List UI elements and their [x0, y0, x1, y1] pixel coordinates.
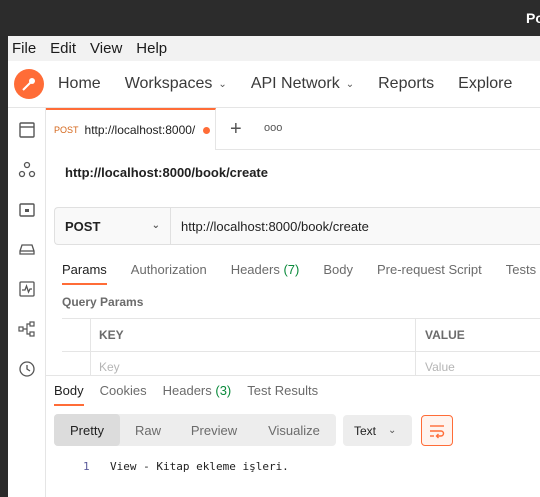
background-editor-strip [0, 0, 8, 497]
nav-api-network[interactable]: API Network ⌄ [251, 75, 354, 93]
line-number: 1 [83, 460, 90, 473]
wrap-lines-button[interactable] [421, 415, 453, 446]
response-tab-body[interactable]: Body [54, 383, 84, 406]
method-select-value: POST [65, 218, 101, 234]
tab-tests[interactable]: Tests [506, 262, 536, 277]
tab-prerequest-script[interactable]: Pre-request Script [377, 262, 482, 277]
response-tabs: Body Cookies Headers (3) Test Results [54, 383, 334, 406]
format-visualize-button[interactable]: Visualize [252, 414, 336, 446]
response-body-text: View - Kitap ekleme işleri. [110, 460, 289, 473]
params-header-row [62, 319, 540, 352]
environments-icon[interactable] [17, 200, 37, 220]
request-subtabs: Params Authorization Headers (7) Body Pr… [62, 262, 540, 285]
window-title-bar: Po [0, 0, 540, 36]
params-column-divider [415, 319, 416, 376]
unsaved-dot-icon [202, 126, 210, 134]
chevron-down-icon: ⌄ [345, 78, 355, 90]
tab-headers-label: Headers [230, 262, 280, 277]
response-tab-headers-label: Headers [162, 383, 212, 398]
response-body-line: 1 View - Kitap ekleme işleri. [83, 460, 289, 473]
nav-workspaces-label: Workspaces [124, 75, 213, 92]
flows-icon[interactable] [17, 319, 37, 339]
monitors-icon[interactable] [17, 279, 37, 299]
language-select[interactable]: Text ⌄ [343, 415, 412, 446]
sidebar [8, 108, 46, 497]
nav-home[interactable]: Home [58, 75, 101, 93]
format-toggle-group: Pretty Raw Preview Visualize [54, 414, 336, 446]
request-title[interactable]: http://localhost:8000/book/create [65, 165, 268, 180]
tab-authorization[interactable]: Authorization [131, 262, 207, 277]
mock-servers-icon[interactable] [17, 239, 37, 259]
nav-workspaces[interactable]: Workspaces ⌄ [125, 75, 227, 93]
format-preview-button[interactable]: Preview [176, 414, 252, 446]
params-key-header: KEY [99, 328, 124, 342]
menu-file[interactable]: File [12, 40, 36, 57]
params-table: KEY VALUE Key Value [62, 318, 540, 376]
menu-edit[interactable]: Edit [50, 40, 76, 57]
history-icon[interactable] [17, 359, 37, 379]
response-tab-cookies[interactable]: Cookies [100, 383, 147, 398]
menu-bar: File Edit View Help [8, 36, 540, 61]
postman-logo-icon[interactable] [14, 69, 44, 99]
language-select-value: Text [354, 423, 377, 438]
chevron-down-icon: ⌄ [388, 425, 397, 436]
tab-body[interactable]: Body [323, 262, 353, 277]
app-header: Home Workspaces ⌄ API Network ⌄ Reports Ex… [8, 61, 540, 108]
query-params-title: Query Params [62, 295, 144, 309]
new-tab-button[interactable]: + [230, 118, 242, 141]
wrap-lines-icon [430, 425, 445, 439]
headers-count: (7) [283, 262, 300, 277]
response-tab-headers[interactable]: Headers (3) [163, 383, 232, 398]
nav-api-network-label: API Network [250, 75, 340, 92]
request-tab[interactable]: POST http://localhost:8000/ [46, 108, 216, 150]
menu-help[interactable]: Help [136, 40, 167, 57]
url-input[interactable]: http://localhost:8000/book/create [171, 208, 369, 244]
response-headers-count: (3) [215, 383, 232, 398]
format-raw-button[interactable]: Raw [120, 414, 176, 446]
more-tabs-button[interactable]: ooo [264, 122, 282, 134]
nav-explore[interactable]: Explore [458, 75, 512, 93]
tab-headers[interactable]: Headers (7) [231, 262, 300, 277]
menu-view[interactable]: View [90, 40, 122, 57]
collections-icon[interactable] [17, 120, 37, 140]
request-tab-method: POST [54, 125, 79, 135]
apis-icon[interactable] [17, 160, 37, 180]
request-tab-url: http://localhost:8000/ [84, 123, 196, 137]
method-select[interactable]: POST ⌄ [55, 208, 171, 244]
param-value-input[interactable]: Value [425, 360, 455, 374]
window-title: Po [526, 10, 540, 26]
tab-params[interactable]: Params [62, 262, 107, 285]
url-bar: POST ⌄ http://localhost:8000/book/create [54, 207, 540, 245]
format-pretty-button[interactable]: Pretty [54, 414, 120, 446]
response-tab-test-results[interactable]: Test Results [247, 383, 318, 398]
params-value-header: VALUE [425, 328, 465, 342]
params-checkbox-column [62, 319, 91, 376]
chevron-down-icon: ⌄ [218, 78, 227, 90]
nav-reports[interactable]: Reports [378, 75, 434, 93]
chevron-down-icon: ⌄ [151, 220, 160, 231]
param-key-input[interactable]: Key [99, 360, 120, 374]
request-tabs-bar: POST http://localhost:8000/ + ooo [46, 108, 540, 150]
